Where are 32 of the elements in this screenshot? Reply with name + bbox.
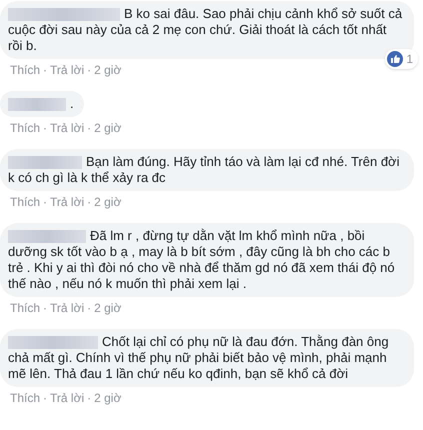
comment-time: 2 giờ — [94, 390, 122, 407]
reaction-badge[interactable]: 1 — [385, 49, 418, 69]
comment-action-link[interactable]: Thích — [10, 122, 40, 134]
like-icon — [387, 51, 404, 67]
separator-dot: · — [86, 300, 92, 317]
comment-time: 2 giờ — [94, 194, 122, 211]
comment-text: Bạn làm đúng. Hãy tỉnh táo và làm lại cđ nhé. Trên đời k có ch gì là k thể xảy ra đc — [8, 154, 400, 185]
separator-dot: · — [42, 62, 48, 79]
separator-dot: · — [42, 300, 48, 317]
separator-dot: · — [86, 62, 92, 79]
comment-text: Đã lm r , đừng tự dằn vặt lm khổ mình nữa , bồi dưỡng sk tốt vào b ạ , may là b bít sớm , đây cũng là bh cho các b trẻ . Khi y ai thì đòi nó cho về nhà để thăm gd nó đã xem thái độ nó thế nào , nếu nó k muốn thì phải xem lại . — [8, 228, 395, 291]
comment-time: 2 giờ — [94, 62, 122, 79]
comment-action-link[interactable]: Thích — [10, 64, 40, 76]
comment-action-link[interactable]: Thích — [10, 196, 40, 208]
separator-dot: · — [86, 120, 92, 137]
comment-action-link[interactable]: Trả lời — [50, 392, 84, 404]
separator-dot: · — [42, 120, 48, 137]
comment-action-link[interactable]: Thích — [10, 392, 40, 404]
reaction-count: 1 — [406, 51, 414, 68]
comment-text: Chốt lại chỉ có phụ nữ là đau đớn. Thằng đàn ông chả mất gì. Chính vì thế phụ nữ phải biết bảo vệ mình, phải mạnh mẽ lên. Thả đau 1 lần chứ nếu ko qđinh, bạn sẽ khổ cả đời — [8, 334, 389, 381]
comment-time: 2 giờ — [94, 300, 122, 317]
comment-action-link[interactable]: Trả lời — [50, 302, 84, 314]
comment-action-link[interactable]: Thích — [10, 302, 40, 314]
separator-dot: · — [86, 194, 92, 211]
separator-dot: · — [42, 194, 48, 211]
separator-dot: · — [42, 390, 48, 407]
comment-action-link[interactable]: Trả lời — [50, 196, 84, 208]
comment-action-link[interactable]: Trả lời — [50, 122, 84, 134]
comment-time: 2 giờ — [94, 120, 122, 137]
separator-dot: · — [86, 390, 92, 407]
comment-text: . — [70, 96, 74, 111]
comment-action-link[interactable]: Trả lời — [50, 64, 84, 76]
